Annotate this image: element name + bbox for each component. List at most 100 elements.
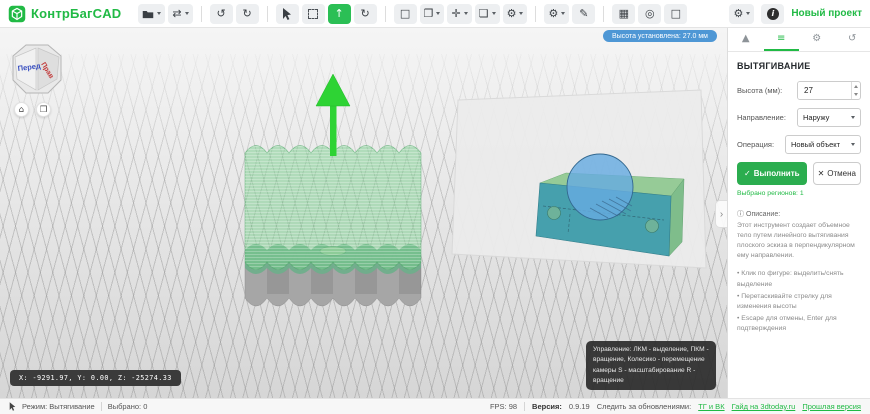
toolbar-right-group: ⚙ i Новый проект [729,3,862,24]
gear-icon: ⚙ [548,7,559,20]
app-window: КонтрБагCAD ⇄ ↺ ↻ ↑ ↻ □ ❐ ✛ ❏ ⚙ ⚙ ✎ ▦ ◎ … [0,0,870,414]
tab-properties[interactable]: ≡ [763,28,799,51]
extrude-arrow-icon: ↑ [334,7,344,20]
status-left: Режим: Вытягивание Выбрано: 0 [9,402,147,411]
folder-icon [143,10,154,18]
height-set-badge: Высота установлена: 27.0 мм [602,30,717,42]
selected-count: Выбрано: 0 [107,402,148,411]
operations-button[interactable]: ⚙ [502,3,528,24]
caret-down-icon [157,12,162,15]
toolbar: КонтрБагCAD ⇄ ↺ ↻ ↑ ↻ □ ❐ ✛ ❏ ⚙ ⚙ ✎ ▦ ◎ … [0,0,870,28]
app-logo[interactable]: КонтрБагCAD [8,5,121,23]
description-header: ⓘ Описание: [737,210,781,219]
box-select-button[interactable] [301,3,325,24]
cursor-coordinates: X: -9291.97, Y: 0.00, Z: -25274.33 [10,370,181,386]
app-settings-button[interactable]: ⚙ [729,3,755,24]
extrude-drag-arrow[interactable] [315,73,351,156]
snap-button[interactable]: ◎ [638,3,662,24]
operation-select[interactable]: Новый объект [785,135,861,154]
select-cursor-button[interactable] [275,3,299,24]
tab-settings[interactable]: ⚙ [799,28,835,51]
direction-select[interactable]: Наружу [797,108,861,127]
previous-version-link[interactable]: Прошлая версия [802,402,861,411]
stepper-up-icon[interactable] [852,82,860,91]
target-icon: ◎ [645,7,655,20]
edit-button[interactable]: ✎ [572,3,596,24]
swap-arrows-icon: ⇄ [172,7,182,20]
tool-settings-button[interactable]: ⚙ [544,3,570,24]
hint-list: Клик по фигуре: выделить/снять выделение… [737,269,861,334]
orbit-button[interactable]: ↻ [353,3,377,24]
gear-object[interactable] [244,145,422,307]
sketch-rect-button[interactable]: □ [393,3,417,24]
group-icon: ❏ [478,7,489,20]
height-input-wrap [797,81,861,100]
height-stepper [850,82,860,100]
status-right: FPS: 98 Версия: 0.9.19 Следить за обновл… [490,402,861,411]
caret-down-icon [436,12,441,15]
version-label: Версия: [532,402,562,411]
tab-shapes[interactable]: ▲ [728,28,764,51]
gear-icon: ⚙ [733,7,744,20]
toolbar-divider [535,5,537,22]
cursor-icon [9,402,16,411]
height-label: Высота (мм): [737,86,783,95]
caret-down-icon [184,12,189,15]
import-export-button[interactable]: ⇄ [168,3,193,24]
check-icon: ✓ [744,169,751,178]
extrude-panel: ВЫТЯГИВАНИЕ Высота (мм): Направление: [728,52,870,346]
redo-button[interactable]: ↻ [235,3,259,24]
direction-field-row: Направление: Наружу [737,108,861,127]
sphere-sketch[interactable] [566,153,634,221]
extrude-tool-button[interactable]: ↑ [327,3,351,24]
updates-label: Следить за обновлениями: [596,402,692,411]
grid-toggle-button[interactable]: ▦ [612,3,636,24]
copy-icon: ❐ [423,7,434,20]
view-buttons: ⌂ ❒ [14,102,51,117]
social-link[interactable]: ТГ и ВК [698,402,724,411]
info-button[interactable]: i [761,3,785,24]
logo-cube-icon [8,5,26,22]
direction-value: Наружу [803,113,830,122]
selected-regions-note: Выбрано регионов: 1 [737,190,804,197]
duplicate-button[interactable]: ❐ [419,3,445,24]
hole-sketch [547,206,561,220]
projection-toggle-button[interactable]: ❒ [36,102,51,117]
undo-icon: ↺ [216,7,226,20]
cursor-icon [283,7,292,20]
open-file-button[interactable] [138,3,166,24]
move-button[interactable]: ✛ [447,3,472,24]
cancel-button[interactable]: ✕ Отмена [812,162,861,185]
version-value: 0.9.19 [568,402,590,411]
orbit-icon: ↻ [360,7,370,20]
undo-button[interactable]: ↺ [209,3,233,24]
caret-down-icon [746,12,751,15]
hint-item: Перетаскивайте стрелку для изменения выс… [737,292,861,312]
description-text: Этот инструмент создает объемное тело пу… [737,222,855,259]
viewport-3d[interactable]: Перед Прав ⌂ ❒ Высота установлена: 27.0 … [0,28,727,398]
frame-view-button[interactable]: □ [664,3,688,24]
height-field-row: Высота (мм): [737,81,861,100]
frame-icon: □ [670,7,682,20]
grid-icon: ▦ [618,7,630,20]
main-area: Перед Прав ⌂ ❒ Высота установлена: 27.0 … [0,28,870,398]
toolbar-divider [266,5,268,22]
execute-button[interactable]: ✓ Выполнить [737,162,807,185]
home-view-button[interactable]: ⌂ [14,102,29,117]
height-input[interactable] [798,82,851,99]
properties-panel: ▲ ≡ ⚙ ↺ ВЫТЯГИВАНИЕ Высота (мм): 27 Напр… [727,28,870,398]
group-button[interactable]: ❏ [474,3,500,24]
navigation-cube[interactable]: Перед Прав [8,40,66,98]
extrusion-layer-texture [245,145,421,270]
caret-down-icon [851,143,855,146]
pencil-icon: ✎ [579,7,589,20]
operation-field-row: Операция: Новый объект [737,135,861,154]
redo-icon: ↻ [242,7,252,20]
guide-link[interactable]: Гайд на 3dtoday.ru [732,402,796,411]
gears-icon: ⚙ [506,7,517,20]
info-icon: i [766,7,779,20]
tab-history[interactable]: ↺ [835,28,870,51]
stepper-down-icon[interactable] [852,91,860,100]
new-project-link[interactable]: Новый проект [791,8,862,19]
panel-collapse-handle[interactable]: › [715,200,727,228]
